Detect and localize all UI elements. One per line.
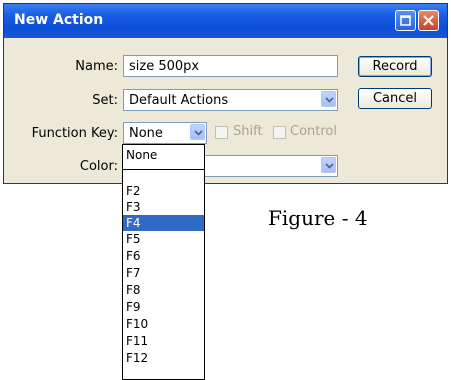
shift-checkbox[interactable] xyxy=(215,126,228,139)
restore-button[interactable] xyxy=(395,10,416,31)
option-f3[interactable]: F3 xyxy=(123,199,204,215)
option-f5[interactable]: F5 xyxy=(123,231,204,247)
close-icon xyxy=(423,15,434,26)
function-key-dropdown-list: None F2 F3 F4 F5 F6 F7 F8 F9 F10 F11 F12 xyxy=(122,144,205,380)
set-select[interactable]: Default Actions xyxy=(123,89,338,111)
option-f4[interactable]: F4 xyxy=(123,215,204,231)
control-label: Control xyxy=(290,124,337,139)
color-label: Color: xyxy=(79,159,118,174)
function-key-dropdown-arrow[interactable] xyxy=(190,124,205,140)
option-f7[interactable]: F7 xyxy=(123,265,204,281)
window-title: New Action xyxy=(14,12,104,28)
name-input[interactable]: size 500px xyxy=(123,55,338,77)
set-select-value: Default Actions xyxy=(129,93,229,108)
set-label: Set: xyxy=(92,93,118,108)
option-f2[interactable]: F2 xyxy=(123,183,204,199)
option-f6[interactable]: F6 xyxy=(123,248,204,264)
figure-caption: Figure - 4 xyxy=(268,206,368,230)
chevron-down-icon xyxy=(325,97,334,103)
function-key-select[interactable]: None xyxy=(123,122,207,144)
new-action-dialog: New Action Name: size 500px Record Set: … xyxy=(3,3,448,184)
option-f9[interactable]: F9 xyxy=(123,299,204,315)
close-button[interactable] xyxy=(418,10,439,31)
function-key-label: Function Key: xyxy=(31,126,118,141)
option-f8[interactable]: F8 xyxy=(123,282,204,298)
function-key-value: None xyxy=(129,126,163,141)
option-f10[interactable]: F10 xyxy=(123,316,204,332)
shift-label: Shift xyxy=(233,124,263,139)
chevron-down-icon xyxy=(325,163,334,169)
option-f12[interactable]: F12 xyxy=(123,350,204,366)
option-none[interactable]: None xyxy=(123,147,204,163)
option-f11[interactable]: F11 xyxy=(123,333,204,349)
title-bar[interactable]: New Action xyxy=(4,4,447,38)
control-checkbox[interactable] xyxy=(273,126,286,139)
color-dropdown-arrow[interactable] xyxy=(321,157,336,173)
restore-icon xyxy=(400,15,411,26)
dropdown-divider xyxy=(123,169,204,170)
chevron-down-icon xyxy=(194,130,203,136)
set-dropdown-arrow[interactable] xyxy=(321,91,336,107)
record-button[interactable]: Record xyxy=(358,56,432,77)
cancel-button[interactable]: Cancel xyxy=(358,88,432,109)
name-label: Name: xyxy=(75,59,118,74)
